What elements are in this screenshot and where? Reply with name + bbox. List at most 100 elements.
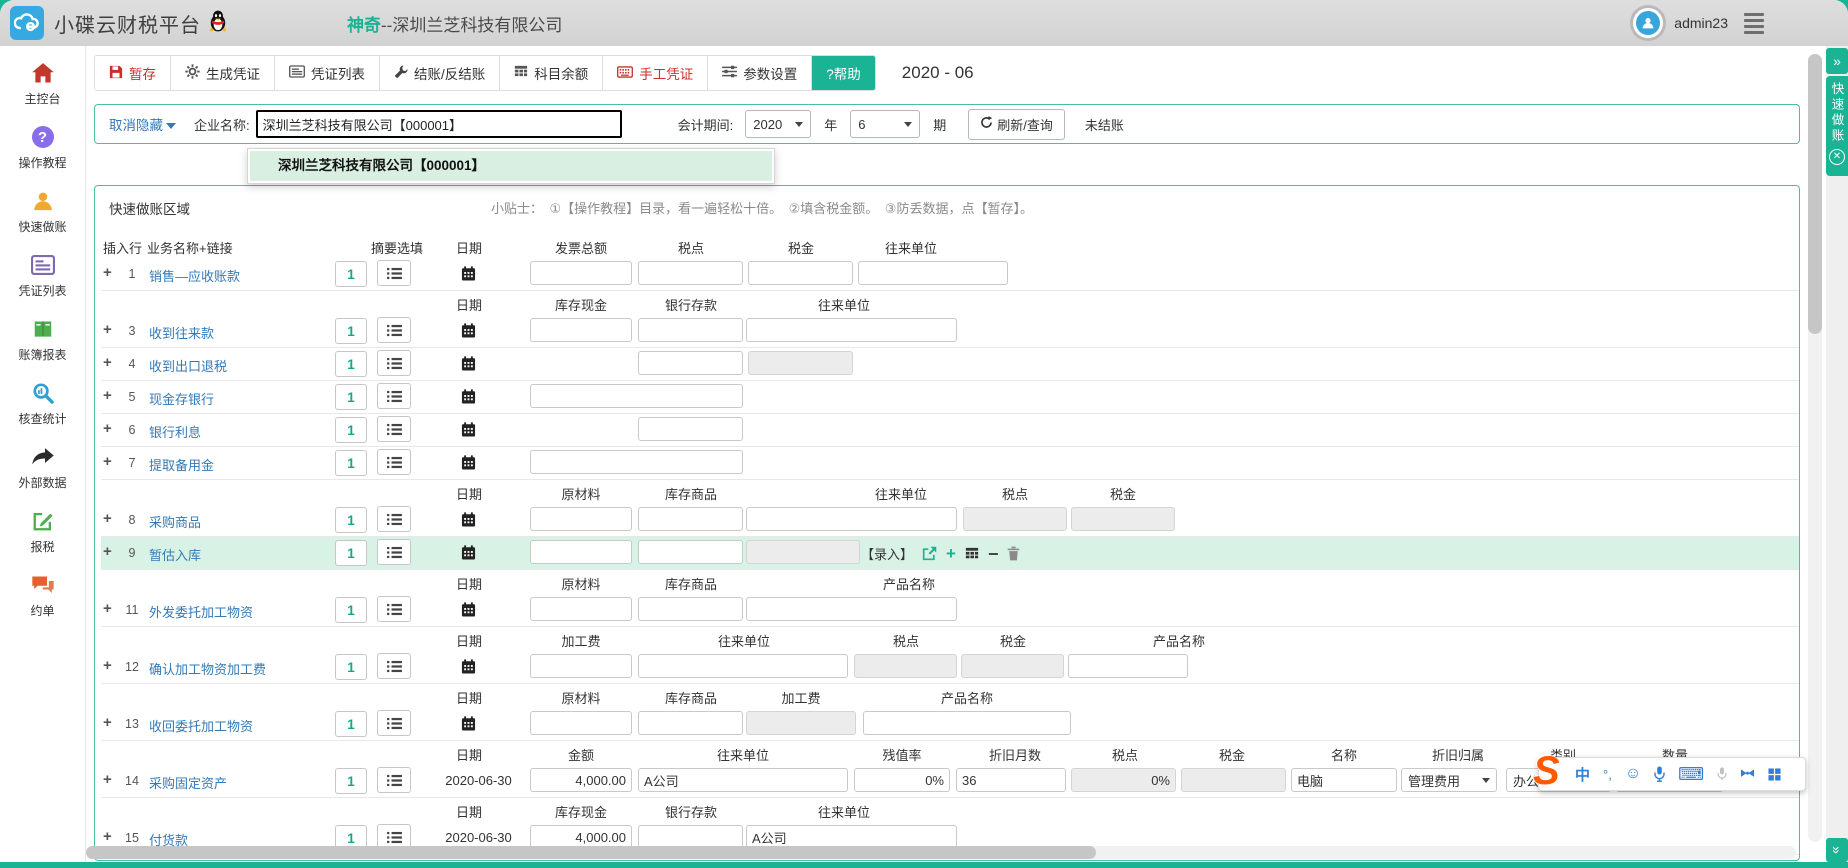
cell-input[interactable] — [854, 768, 950, 792]
toggle-hidden-link[interactable]: 取消隐藏 — [109, 114, 176, 134]
cell-select[interactable]: 管理费用 — [1401, 768, 1497, 792]
business-link[interactable]: 确认加工物资加工费 — [149, 659, 266, 678]
closing-button[interactable]: 结账/反结账 — [380, 56, 500, 90]
account-balance-button[interactable]: 科目余额 — [500, 56, 603, 90]
company-name-input[interactable] — [256, 110, 622, 138]
business-link[interactable]: 销售—应收账款 — [149, 266, 240, 285]
cell-input[interactable] — [638, 768, 848, 792]
insert-row-icon[interactable]: + — [103, 715, 112, 731]
calendar-icon[interactable] — [461, 266, 476, 286]
close-icon[interactable]: ✕ — [1829, 149, 1845, 165]
voice-input-icon[interactable] — [1717, 767, 1727, 781]
business-link[interactable]: 外发委托加工物资 — [149, 602, 253, 621]
business-link[interactable]: 收到出口退税 — [149, 356, 227, 375]
cell-input[interactable] — [746, 318, 957, 342]
emoji-icon[interactable]: ☺ — [1625, 765, 1641, 783]
quantity-input[interactable] — [335, 261, 367, 287]
summary-list-button[interactable] — [377, 383, 411, 409]
summary-list-button[interactable] — [377, 767, 411, 793]
sidebar-item-voucher-list[interactable]: 凭证列表 — [0, 252, 85, 299]
sidebar-item-appointments[interactable]: 约单 — [0, 572, 85, 619]
cell-input[interactable] — [858, 261, 1008, 285]
quantity-input[interactable] — [335, 450, 367, 476]
insert-row-icon[interactable]: + — [103, 601, 112, 617]
calendar-icon[interactable] — [461, 545, 476, 565]
open-entry-icon[interactable] — [922, 546, 937, 561]
ime-punctuation-toggle[interactable]: °, — [1603, 767, 1612, 782]
save-draft-button[interactable]: 暂存 — [95, 56, 171, 90]
cell-input[interactable] — [748, 261, 853, 285]
date-value[interactable]: 2020-06-30 — [431, 830, 526, 845]
cell-input[interactable] — [530, 384, 743, 408]
business-link[interactable]: 提取备用金 — [149, 455, 214, 474]
summary-list-button[interactable] — [377, 350, 411, 376]
sidebar-item-quick-accounting[interactable]: 快速做账 — [0, 188, 85, 235]
quantity-input[interactable] — [335, 417, 367, 443]
summary-list-button[interactable] — [377, 506, 411, 532]
insert-row-icon[interactable]: + — [103, 421, 112, 437]
insert-row-icon[interactable]: + — [103, 454, 112, 470]
insert-row-icon[interactable]: + — [103, 829, 112, 845]
add-icon[interactable]: + — [946, 547, 956, 561]
summary-list-button[interactable] — [377, 710, 411, 736]
calendar-icon[interactable] — [461, 455, 476, 475]
business-link[interactable]: 现金存银行 — [149, 389, 214, 408]
entry-label[interactable]: 【录入】 — [861, 544, 913, 563]
insert-row-icon[interactable]: + — [103, 265, 112, 281]
keyboard-icon[interactable]: ⌨ — [1678, 764, 1704, 785]
microphone-icon[interactable] — [1654, 766, 1665, 782]
quantity-input[interactable] — [335, 318, 367, 344]
insert-row-icon[interactable]: + — [103, 544, 112, 560]
summary-list-button[interactable] — [377, 539, 411, 565]
horizontal-scrollbar-thumb[interactable] — [86, 846, 1096, 859]
business-link[interactable]: 采购固定资产 — [149, 773, 227, 792]
cell-input[interactable] — [746, 597, 957, 621]
cell-input[interactable] — [530, 654, 632, 678]
quantity-input[interactable] — [335, 351, 367, 377]
quick-accounting-tab[interactable]: 快速做账 ✕ — [1826, 76, 1848, 176]
manual-voucher-button[interactable]: 手工凭证 — [603, 56, 708, 90]
user-avatar[interactable] — [1630, 5, 1666, 41]
calendar-icon[interactable] — [461, 512, 476, 532]
insert-row-icon[interactable]: + — [103, 511, 112, 527]
cell-input[interactable] — [530, 768, 632, 792]
scroll-down-button[interactable]: » — [1826, 838, 1848, 862]
cell-input[interactable] — [530, 318, 632, 342]
cell-input[interactable] — [530, 450, 743, 474]
quantity-input[interactable] — [335, 507, 367, 533]
calendar-icon[interactable] — [461, 602, 476, 622]
summary-list-button[interactable] — [377, 449, 411, 475]
voucher-list-button[interactable]: 凭证列表 — [275, 56, 380, 90]
vertical-scrollbar-thumb[interactable] — [1808, 54, 1822, 334]
summary-list-button[interactable] — [377, 416, 411, 442]
cell-input[interactable] — [638, 261, 743, 285]
summary-list-button[interactable] — [377, 260, 411, 286]
quantity-input[interactable] — [335, 654, 367, 680]
calendar-icon[interactable] — [461, 716, 476, 736]
calendar-icon[interactable] — [461, 389, 476, 409]
business-link[interactable]: 银行利息 — [149, 422, 201, 441]
calculator-icon[interactable] — [965, 547, 979, 561]
quantity-input[interactable] — [335, 711, 367, 737]
cell-input[interactable] — [1068, 654, 1188, 678]
insert-row-icon[interactable]: + — [103, 355, 112, 371]
sidebar-item-tutorial[interactable]: ? 操作教程 — [0, 124, 85, 171]
menu-hamburger-icon[interactable] — [1744, 10, 1764, 37]
insert-row-icon[interactable]: + — [103, 658, 112, 674]
quantity-input[interactable] — [335, 597, 367, 623]
cell-input[interactable] — [863, 711, 1071, 735]
quantity-input[interactable] — [335, 384, 367, 410]
insert-row-icon[interactable]: + — [103, 772, 112, 788]
ime-mode-toggle[interactable]: 中 — [1575, 764, 1590, 785]
cell-input[interactable] — [638, 351, 743, 375]
summary-list-button[interactable] — [377, 596, 411, 622]
business-link[interactable]: 收回委托加工物资 — [149, 716, 253, 735]
quantity-input[interactable] — [335, 540, 367, 566]
cell-input[interactable] — [638, 417, 743, 441]
calendar-icon[interactable] — [461, 659, 476, 679]
collapse-panel-button[interactable]: » — [1826, 48, 1848, 74]
cell-input[interactable] — [638, 711, 743, 735]
insert-row-icon[interactable]: + — [103, 388, 112, 404]
qq-penguin-icon[interactable] — [209, 10, 227, 37]
toolbox-grid-icon[interactable] — [1768, 768, 1781, 781]
